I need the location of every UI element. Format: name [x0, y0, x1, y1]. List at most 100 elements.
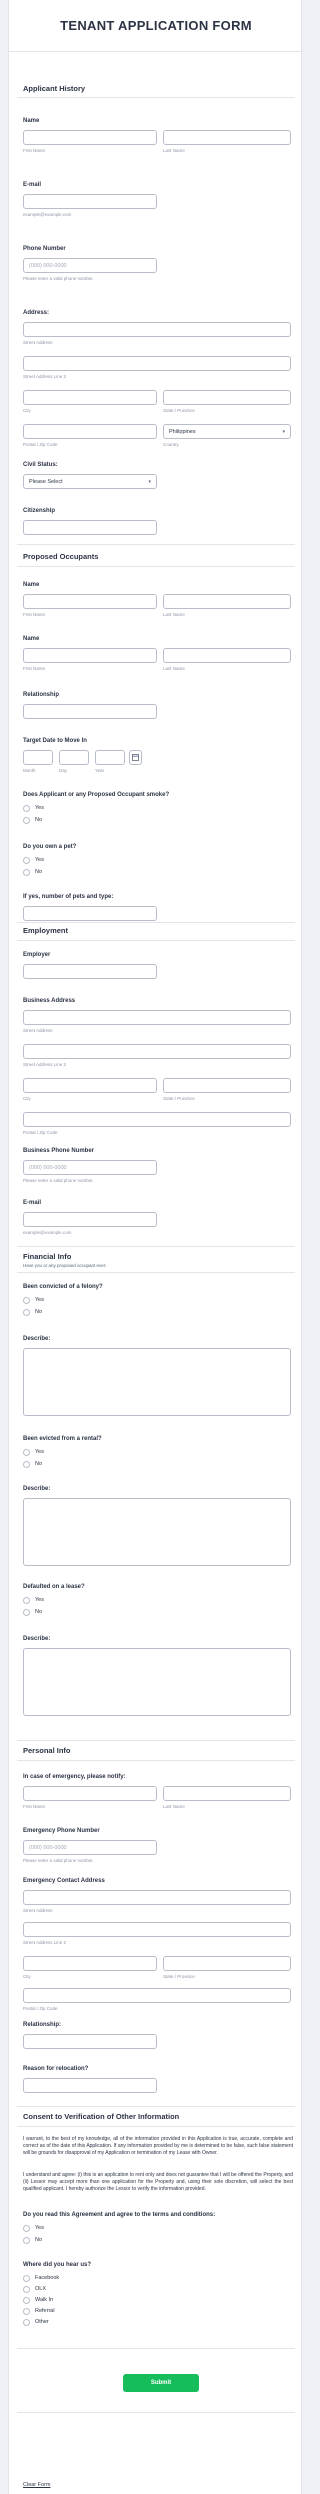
radio-button[interactable]: [23, 1309, 30, 1316]
radio-button[interactable]: [23, 2275, 30, 2282]
business-city-input[interactable]: [23, 1078, 157, 1093]
section-divider: [17, 544, 295, 545]
employer-input[interactable]: [23, 964, 157, 979]
felony-describe-textarea[interactable]: [23, 1348, 291, 1416]
relocation-label: Reason for relocation?: [23, 2066, 89, 2072]
radio-button[interactable]: [23, 2308, 30, 2315]
smoke-no-option[interactable]: No: [23, 816, 123, 826]
radio-label: No: [35, 2237, 43, 2243]
emergency-last-name-input[interactable]: [163, 1786, 291, 1801]
employer-label: Employer: [23, 952, 51, 958]
occupant1-first-name-input[interactable]: [23, 594, 157, 609]
occupant2-last-name-sublabel: Last Name: [163, 666, 185, 671]
relocation-input[interactable]: [23, 2078, 157, 2093]
hear-option-referral[interactable]: Referral: [23, 2307, 123, 2317]
business-postal-input[interactable]: [23, 1112, 291, 1127]
hear-option-other[interactable]: Other: [23, 2318, 123, 2328]
business-state-input[interactable]: [163, 1078, 291, 1093]
applicant-postal-input[interactable]: [23, 424, 157, 439]
clear-form-link[interactable]: Clear Form: [23, 2482, 51, 2488]
occupant-relationship-input[interactable]: [23, 704, 157, 719]
occupant2-last-name-input[interactable]: [163, 648, 291, 663]
defaulted-yes-option[interactable]: Yes: [23, 1596, 123, 1606]
emergency-postal-sublabel: Postal / Zip Code: [23, 2006, 58, 2011]
felony-yes-option[interactable]: Yes: [23, 1296, 123, 1306]
felony-no-option[interactable]: No: [23, 1308, 123, 1318]
citizenship-input[interactable]: [23, 520, 157, 535]
evicted-describe-textarea[interactable]: [23, 1498, 291, 1566]
applicant-last-name-input[interactable]: [163, 130, 291, 145]
radio-button[interactable]: [23, 857, 30, 864]
emergency-phone-input[interactable]: (000) 000-0000: [23, 1840, 157, 1855]
applicant-city-input[interactable]: [23, 390, 157, 405]
defaulted-describe-textarea[interactable]: [23, 1648, 291, 1716]
radio-button[interactable]: [23, 2286, 30, 2293]
calendar-icon[interactable]: [129, 750, 142, 765]
agree-no-option[interactable]: No: [23, 2236, 123, 2246]
radio-button[interactable]: [23, 1449, 30, 1456]
evicted-no-option[interactable]: No: [23, 1460, 123, 1470]
move-in-month-input[interactable]: [23, 750, 53, 765]
hear-option-olx[interactable]: OLX: [23, 2285, 123, 2295]
radio-button[interactable]: [23, 2225, 30, 2232]
radio-button[interactable]: [23, 1297, 30, 1304]
section-divider: [17, 2126, 295, 2127]
radio-button[interactable]: [23, 2319, 30, 2326]
move-in-month-sublabel: Month: [23, 768, 36, 773]
occupant1-last-name-sublabel: Last Name: [163, 612, 185, 617]
hear-option-walk-in[interactable]: Walk In: [23, 2296, 123, 2306]
radio-button[interactable]: [23, 1609, 30, 1616]
business-city-sublabel: City: [23, 1096, 31, 1101]
submit-button[interactable]: Submit: [123, 2374, 199, 2392]
radio-button[interactable]: [23, 2237, 30, 2244]
move-in-year-input[interactable]: [95, 750, 125, 765]
section-title-consent: Consent to Verification of Other Informa…: [23, 2112, 180, 2121]
emergency-state-input[interactable]: [163, 1956, 291, 1971]
applicant-street2-sublabel: Street Address Line 2: [23, 374, 67, 379]
applicant-street2-input[interactable]: [23, 356, 291, 371]
radio-button[interactable]: [23, 805, 30, 812]
business-email-label: E-mail: [23, 1200, 42, 1206]
agree-yes-option[interactable]: Yes: [23, 2224, 123, 2234]
business-email-input[interactable]: [23, 1212, 157, 1227]
radio-button[interactable]: [23, 1597, 30, 1604]
hear-us-label: Where did you hear us?: [23, 2262, 92, 2268]
section-divider: [17, 2412, 295, 2413]
radio-button[interactable]: [23, 1461, 30, 1468]
business-street2-input[interactable]: [23, 1044, 291, 1059]
emergency-city-input[interactable]: [23, 1956, 157, 1971]
occupant1-last-name-input[interactable]: [163, 594, 291, 609]
smoke-yes-option[interactable]: Yes: [23, 804, 123, 814]
applicant-phone-input[interactable]: (000) 000-0000: [23, 258, 157, 273]
occupant2-first-name-input[interactable]: [23, 648, 157, 663]
applicant-country-select[interactable]: Philippines ▾: [163, 424, 291, 439]
radio-button[interactable]: [23, 2297, 30, 2304]
applicant-email-input[interactable]: [23, 194, 157, 209]
emergency-relationship-input[interactable]: [23, 2034, 157, 2049]
emergency-postal-input[interactable]: [23, 1988, 291, 2003]
pets-number-input[interactable]: [23, 906, 157, 921]
emergency-street2-input[interactable]: [23, 1922, 291, 1937]
radio-button[interactable]: [23, 817, 30, 824]
civil-status-select[interactable]: Please Select ▾: [23, 474, 157, 489]
pet-yes-option[interactable]: Yes: [23, 856, 123, 866]
pet-no-option[interactable]: No: [23, 868, 123, 878]
applicant-last-name-sublabel: Last Name: [163, 148, 185, 153]
defaulted-no-option[interactable]: No: [23, 1608, 123, 1618]
move-in-day-input[interactable]: [59, 750, 89, 765]
radio-label: Yes: [35, 1297, 44, 1303]
applicant-state-input[interactable]: [163, 390, 291, 405]
evicted-yes-option[interactable]: Yes: [23, 1448, 123, 1458]
business-street-sublabel: Street Address: [23, 1028, 53, 1033]
applicant-first-name-input[interactable]: [23, 130, 157, 145]
emergency-street-input[interactable]: [23, 1890, 291, 1905]
hear-option-facebook[interactable]: Facebook: [23, 2274, 123, 2284]
applicant-street-input[interactable]: [23, 322, 291, 337]
civil-status-label: Civil Status:: [23, 462, 58, 468]
emergency-first-name-input[interactable]: [23, 1786, 157, 1801]
radio-button[interactable]: [23, 869, 30, 876]
business-phone-input[interactable]: (000) 000-0000: [23, 1160, 157, 1175]
form-header: TENANT APPLICATION FORM: [9, 0, 303, 52]
business-street-input[interactable]: [23, 1010, 291, 1025]
form-card: TENANT APPLICATION FORM Applicant Histor…: [8, 0, 303, 2494]
